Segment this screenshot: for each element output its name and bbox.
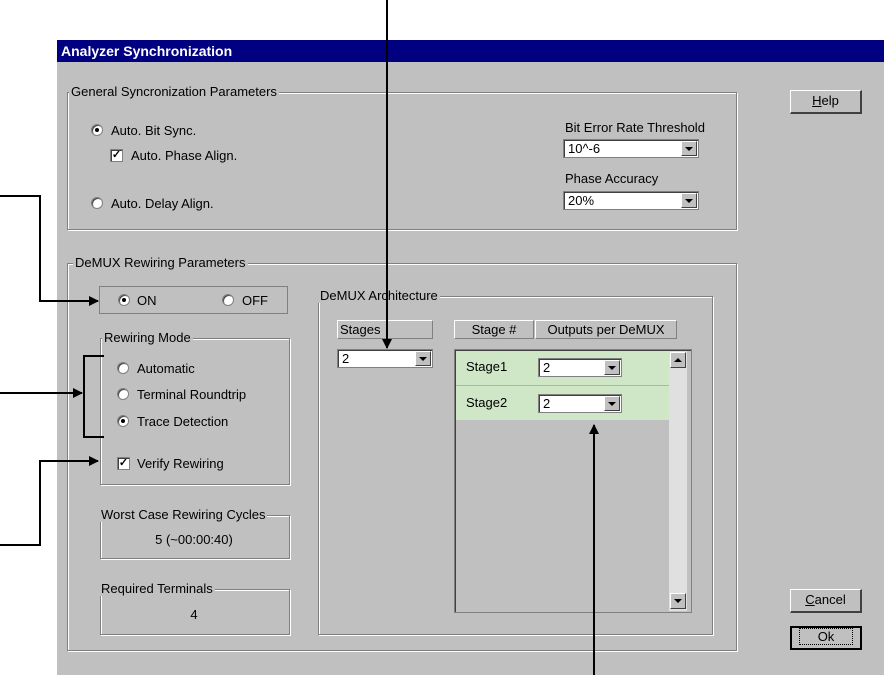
demux-rewiring-group-label: DeMUX Rewiring Parameters <box>73 255 248 270</box>
worst-case-value: 5 (~00:00:40) <box>155 532 233 547</box>
rewiring-trace-detection-radio[interactable] <box>117 415 129 427</box>
help-button[interactable]: Help <box>790 90 862 114</box>
phase-accuracy-value: 20% <box>568 193 595 208</box>
verify-rewiring-label[interactable]: Verify Rewiring <box>137 456 224 471</box>
ok-label: Ok <box>798 628 854 645</box>
verify-rewiring-checkbox[interactable]: ✓ <box>117 457 130 470</box>
vertical-scrollbar[interactable] <box>669 351 687 611</box>
stage1-outputs-combo[interactable]: 2 <box>538 358 622 377</box>
analyzer-sync-dialog: Analyzer Synchronization General Syncron… <box>57 40 884 675</box>
required-terminals-value: 4 <box>190 607 198 622</box>
ber-threshold-value: 10^-6 <box>568 141 601 156</box>
auto-phase-align-checkbox[interactable]: ✓ <box>110 149 123 162</box>
auto-phase-align-label[interactable]: Auto. Phase Align. <box>131 148 237 163</box>
chevron-down-icon[interactable] <box>604 396 620 411</box>
general-sync-group-label: General Syncronization Parameters <box>69 84 279 99</box>
help-mnemonic: H <box>812 93 822 108</box>
demux-off-radio[interactable] <box>222 294 234 306</box>
stage2-label: Stage2 <box>466 395 508 410</box>
stage2-outputs-combo[interactable]: 2 <box>538 394 622 413</box>
chevron-down-icon[interactable] <box>415 351 431 366</box>
ber-threshold-combo[interactable]: 10^-6 <box>563 139 699 158</box>
phase-accuracy-combo[interactable]: 20% <box>563 191 699 210</box>
demux-on-radio[interactable] <box>118 294 130 306</box>
required-terminals-label: Required Terminals <box>99 581 215 596</box>
auto-delay-align-radio[interactable] <box>91 197 103 209</box>
rewiring-automatic-radio[interactable] <box>117 362 129 374</box>
stage-number-header: Stage # <box>454 320 534 339</box>
help-rest: elp <box>821 93 839 108</box>
rewiring-automatic-label[interactable]: Automatic <box>137 361 195 376</box>
demux-off-label[interactable]: OFF <box>242 293 268 308</box>
stage2-outputs-value: 2 <box>543 396 551 411</box>
scroll-up-icon[interactable] <box>670 352 686 368</box>
ok-button[interactable]: Ok <box>790 626 862 650</box>
cancel-button[interactable]: Cancel <box>790 589 862 613</box>
stages-value: 2 <box>342 351 350 366</box>
window-title: Analyzer Synchronization <box>57 40 884 62</box>
rewiring-trace-detection-label[interactable]: Trace Detection <box>137 414 228 429</box>
cancel-mnemonic: C <box>805 592 815 607</box>
ber-threshold-label: Bit Error Rate Threshold <box>565 120 705 135</box>
chevron-down-icon[interactable] <box>681 141 697 156</box>
stages-header: Stages <box>337 320 433 339</box>
auto-delay-align-label[interactable]: Auto. Delay Align. <box>111 196 214 211</box>
auto-bit-sync-label[interactable]: Auto. Bit Sync. <box>111 123 196 138</box>
chevron-down-icon[interactable] <box>604 360 620 375</box>
stage1-label: Stage1 <box>466 359 508 374</box>
rewiring-terminal-roundtrip-label[interactable]: Terminal Roundtrip <box>137 387 246 402</box>
worst-case-label: Worst Case Rewiring Cycles <box>99 507 268 522</box>
chevron-down-icon[interactable] <box>681 193 697 208</box>
phase-accuracy-label: Phase Accuracy <box>565 171 659 186</box>
stage1-outputs-value: 2 <box>543 360 551 375</box>
stages-combo[interactable]: 2 <box>337 349 433 368</box>
outputs-per-demux-header: Outputs per DeMUX <box>535 320 677 339</box>
auto-bit-sync-radio[interactable] <box>91 124 103 136</box>
rewiring-mode-group-label: Rewiring Mode <box>102 330 193 345</box>
rewiring-terminal-roundtrip-radio[interactable] <box>117 388 129 400</box>
cancel-rest: ancel <box>814 592 846 607</box>
demux-on-label[interactable]: ON <box>137 293 157 308</box>
scroll-down-icon[interactable] <box>670 593 686 609</box>
demux-architecture-group-label: DeMUX Architecture <box>318 288 440 303</box>
